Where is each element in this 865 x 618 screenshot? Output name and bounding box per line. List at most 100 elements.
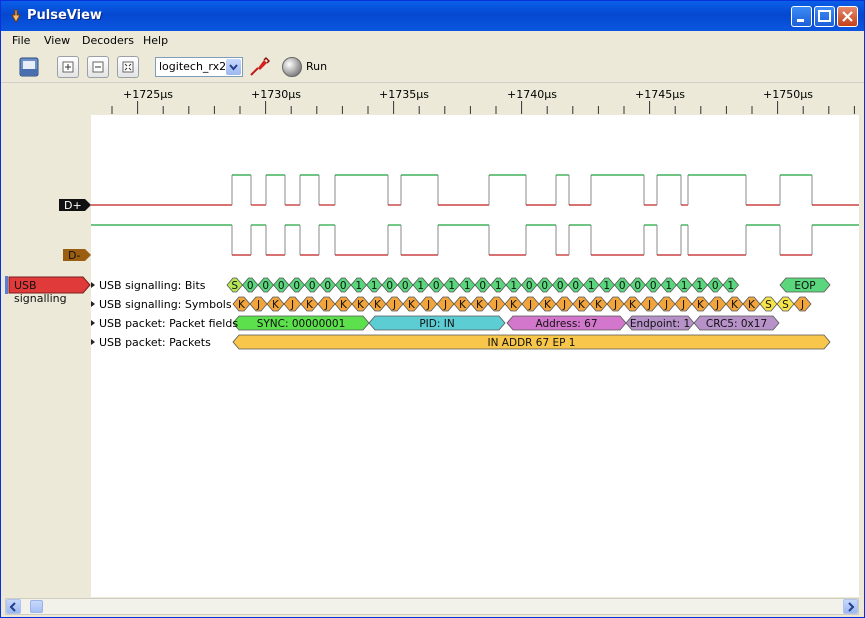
- bit-annotation-label: 1: [355, 280, 362, 292]
- symbol-annotation-label: K: [306, 299, 314, 311]
- zoom-in-button[interactable]: [57, 56, 79, 78]
- zoom-out-button[interactable]: [87, 56, 109, 78]
- bit-annotation-label: 0: [324, 280, 331, 292]
- symbol-annotation-label: S: [782, 299, 789, 311]
- bit-annotation-label: 0: [340, 280, 347, 292]
- bit-annotation-label: 0: [293, 280, 300, 292]
- symbol-annotation-label: K: [595, 299, 603, 311]
- scroll-right-button[interactable]: [843, 599, 858, 614]
- bit-annotation-label: 0: [634, 280, 641, 292]
- row-label-packets: USB packet: Packets: [99, 336, 211, 349]
- bit-annotation-label: 1: [665, 280, 672, 292]
- symbol-annotation-label: K: [697, 299, 705, 311]
- tick-label: +1725µs: [123, 88, 173, 101]
- minimize-icon: [797, 19, 804, 22]
- row-label-fields: USB packet: Packet fields: [99, 317, 239, 330]
- tick-label: +1745µs: [635, 88, 685, 101]
- horizontal-scrollbar[interactable]: [5, 598, 859, 615]
- probe-icon[interactable]: [248, 56, 270, 78]
- symbol-annotation-label: J: [528, 299, 532, 311]
- bit-annotation-label: 0: [712, 280, 719, 292]
- run-label[interactable]: Run: [306, 60, 327, 73]
- bit-annotation-label: 0: [386, 280, 393, 292]
- trace-header-panel: D+ D- USB signalling: [5, 115, 91, 597]
- bit-annotation-label: 1: [681, 280, 688, 292]
- row-label-symbols: USB signalling: Symbols: [99, 298, 232, 311]
- bit-annotation-label: 1: [417, 280, 424, 292]
- symbol-annotation-label: K: [374, 299, 382, 311]
- bit-annotation-label: 1: [448, 280, 455, 292]
- bit-annotation-label: 0: [526, 280, 533, 292]
- bit-annotation-label: 1: [696, 280, 703, 292]
- symbol-annotation-label: K: [476, 299, 484, 311]
- bit-annotation-label: 0: [433, 280, 440, 292]
- waveform-view: S 0 0 0 0 0 0 0 1 1 0 0 1 0 1 1 0 1 1 0 0 0 0 1 1 0 0 0 1 1 1 0 1 EOPK J K J…: [91, 174, 859, 350]
- bit-annotation-label: 0: [619, 280, 626, 292]
- symbol-annotation-label: J: [324, 299, 328, 311]
- expand-arrow-icon: [91, 320, 95, 326]
- symbol-annotation-label: J: [681, 299, 685, 311]
- menu-decoders[interactable]: Decoders: [82, 34, 134, 47]
- menu-help[interactable]: Help: [143, 34, 168, 47]
- window-title: PulseView: [27, 8, 102, 23]
- run-icon[interactable]: [282, 57, 302, 77]
- symbol-annotation-label: J: [562, 299, 566, 311]
- bit-annotation-label: 0: [650, 280, 657, 292]
- decoder-label[interactable]: USB signalling: [10, 278, 91, 306]
- symbol-annotation-label: J: [256, 299, 260, 311]
- symbol-annotation-label: K: [629, 299, 637, 311]
- symbol-annotation-label: K: [544, 299, 552, 311]
- bit-annotation-label: 1: [727, 280, 734, 292]
- symbol-annotation-label: K: [238, 299, 246, 311]
- pulseview-window: PulseView File View Decoders Help logite…: [0, 0, 865, 618]
- time-ruler[interactable]: +1725µs +1730µs +1735µs +1740µs +1745µs …: [5, 85, 859, 115]
- zoom-fit-button[interactable]: [117, 56, 139, 78]
- symbol-annotation-label: J: [613, 299, 617, 311]
- chevron-down-icon[interactable]: [226, 59, 241, 75]
- field-annotation-label: Address: 67: [535, 318, 597, 330]
- bit-annotation-label: 0: [247, 280, 254, 292]
- bit-annotation-label: 0: [557, 280, 564, 292]
- symbol-annotation-label: J: [647, 299, 651, 311]
- symbol-annotation-label: S: [765, 299, 772, 311]
- row-label-bits: USB signalling: Bits: [99, 279, 206, 292]
- bit-annotation-label: 0: [479, 280, 486, 292]
- tick-label: +1750µs: [763, 88, 813, 101]
- zoom-out-icon: [92, 61, 104, 73]
- scroll-left-button[interactable]: [6, 599, 21, 614]
- toolbar: logitech_rx250 Run: [1, 50, 864, 83]
- open-button[interactable]: [17, 55, 39, 77]
- maximize-icon: [818, 10, 831, 22]
- menu-view[interactable]: View: [44, 34, 70, 47]
- symbol-annotation-label: J: [800, 299, 804, 311]
- field-annotation-label: CRC5: 0x17: [706, 318, 767, 330]
- trace-headers: [5, 199, 91, 294]
- bit-annotation-label: 0: [541, 280, 548, 292]
- chevron-left-icon: [9, 602, 16, 612]
- bit-annotation-label: 0: [572, 280, 579, 292]
- zoom-fit-icon: [122, 61, 134, 73]
- close-button[interactable]: [837, 6, 858, 27]
- trace-label-dplus[interactable]: D+: [60, 198, 86, 213]
- minimize-button[interactable]: [791, 6, 812, 27]
- maximize-button[interactable]: [814, 6, 835, 27]
- bit-annotation-label: 1: [603, 280, 610, 292]
- bit-annotation-label: 0: [309, 280, 316, 292]
- symbol-annotation-label: J: [290, 299, 294, 311]
- packet-annotation-label: IN ADDR 67 EP 1: [488, 337, 576, 349]
- scroll-thumb[interactable]: [30, 600, 43, 613]
- trace-label-dminus[interactable]: D-: [64, 248, 84, 263]
- symbol-annotation-label: K: [578, 299, 586, 311]
- bit-annotation-label: 1: [371, 280, 378, 292]
- device-select[interactable]: logitech_rx250: [155, 57, 243, 77]
- waveform-canvas[interactable]: S 0 0 0 0 0 0 0 1 1 0 0 1 0 1 1 0 1 1 0 0 0 0 1 1 0 0 0 1 1 1 0 1 EOP K J K J…: [91, 115, 859, 597]
- expand-arrow-icon: [91, 339, 95, 345]
- bit-annotation-label: 0: [402, 280, 409, 292]
- bit-annotation-label: 1: [588, 280, 595, 292]
- field-annotation-label: PID: IN: [419, 318, 454, 330]
- title-bar[interactable]: PulseView: [1, 1, 864, 31]
- menu-file[interactable]: File: [12, 34, 30, 47]
- bit-annotation-label: 1: [510, 280, 517, 292]
- symbol-annotation-label: K: [340, 299, 348, 311]
- symbol-annotation-label: J: [715, 299, 719, 311]
